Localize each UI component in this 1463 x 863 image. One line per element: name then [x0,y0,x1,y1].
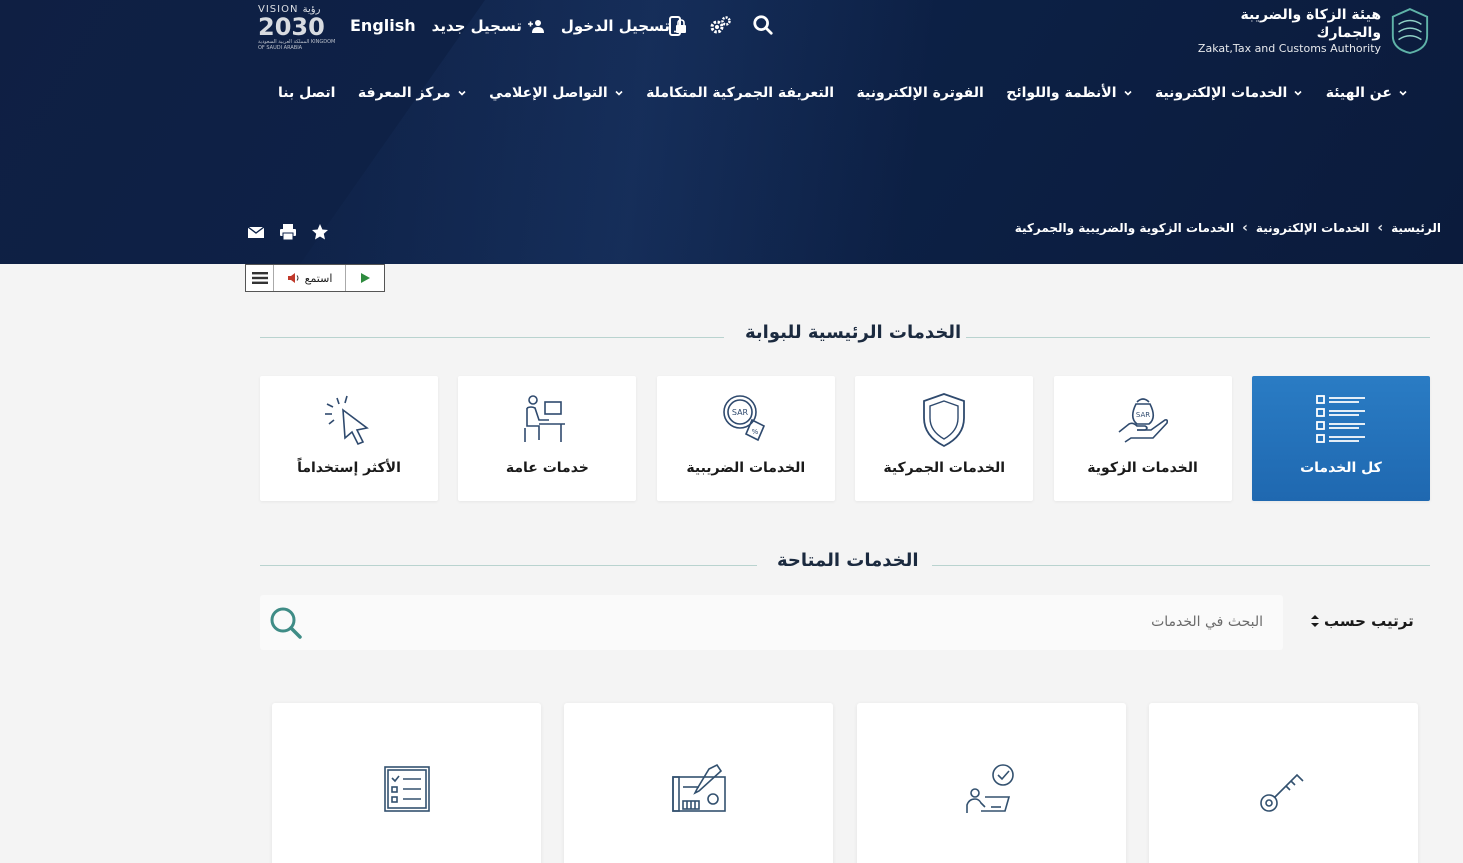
listen-label: استمع [304,271,333,285]
svg-text:SAR: SAR [732,408,749,417]
certificate-icon [672,763,726,812]
breadcrumb-current: الخدمات الزكوية والضريبية والجمركية [1014,221,1235,235]
chevron-down-icon [1294,90,1302,96]
print-icon[interactable] [278,222,298,242]
svg-text:SAR: SAR [1135,411,1149,419]
lock-icon [675,18,686,33]
available-services-title: الخدمات المتاحة [777,550,919,571]
authority-logo[interactable]: هيئة الزكاة والضريبة والجمارك Zakat,Tax … [1181,4,1431,58]
nav-item-knowledge[interactable]: مركز المعرفة [358,82,467,104]
nav-item-media[interactable]: التواصل الإعلامي [489,82,624,104]
chevron-down-icon [615,90,623,96]
category-label: الخدمات الزكوية [1087,460,1198,476]
category-zakat-services[interactable]: SAR الخدمات الزكوية [1053,376,1232,501]
service-search-box [260,595,1283,650]
speaker-icon [287,273,299,283]
breadcrumb-eservices[interactable]: الخدمات الإلكترونية [1256,221,1369,235]
category-label: خدمات عامة [505,460,589,476]
category-label: كل الخدمات [1300,460,1382,476]
category-tax-services[interactable]: SAR % الخدمات الضريبية [656,376,835,501]
chevron-down-icon [458,90,466,96]
key-icon [1260,773,1305,812]
nav-item-about[interactable]: عن الهيئة [1326,82,1408,104]
divider [260,565,757,566]
divider [260,337,724,338]
play-button[interactable] [346,265,384,291]
vision-top-text: VISION رؤية [258,4,321,15]
main-services-heading: الخدمات الرئيسية للبوابة [260,322,1430,352]
service-card[interactable] [564,703,834,863]
chevron-down-icon [1399,90,1407,96]
page-header: هيئة الزكاة والضريبة والجمارك Zakat,Tax … [0,0,1463,264]
nav-item-contact[interactable]: اتصل بنا [278,82,335,104]
search-icon[interactable] [752,14,774,38]
register-label: تسجيل جديد [431,16,522,35]
nav-item-einvoicing[interactable]: الفوترة الإلكترونية [857,82,984,104]
login-link[interactable]: تسجيل الدخول [561,17,687,35]
settings-gears-icon[interactable] [708,14,731,38]
login-label: تسجيل الدخول [560,16,670,35]
available-services-heading: الخدمات المتاحة [260,550,1430,580]
language-switch[interactable]: English [350,16,416,35]
authority-emblem-icon [1391,8,1429,54]
person-desk-icon [524,395,566,442]
category-label: الخدمات الجمركية [883,460,1006,476]
listen-widget: استمع [245,264,385,292]
listen-button[interactable]: استمع [274,265,346,291]
shield-icon [923,393,966,448]
service-categories: كل الخدمات SAR الخدمات الزكوية الخدمات ا… [260,376,1430,501]
play-icon [361,273,370,283]
nav-item-regulations[interactable]: الأنظمة واللوائح [1006,82,1132,104]
category-all-services[interactable]: كل الخدمات [1251,376,1430,501]
checklist-icon [383,766,430,812]
main-nav: عن الهيئة الخدمات الإلكترونية الأنظمة وا… [278,82,1408,104]
main-services-title: الخدمات الرئيسية للبوابة [745,322,962,343]
nav-item-tariff[interactable]: التعريفة الجمركية المتكاملة [646,82,834,104]
chevron-down-icon [1123,90,1132,96]
tax-icon: SAR % [722,395,765,442]
zakat-hand-icon: SAR [1118,398,1168,443]
service-cards [272,703,1418,863]
register-link[interactable]: تسجيل جديد [432,17,545,35]
sort-icon [1311,615,1319,627]
svg-text:%: % [751,428,758,436]
category-customs-services[interactable]: الخدمات الجمركية [855,376,1034,501]
breadcrumb: الرئيسية ‹ الخدمات الإلكترونية ‹ الخدمات… [1015,220,1441,236]
vision-kingdom-text: المملكة العربية السعودية KINGDOM OF SAUD… [258,39,336,51]
person-check-icon [966,764,1014,813]
vision-year: 2030 [258,13,325,41]
service-card[interactable] [272,703,541,863]
sort-label: ترتيب حسب [1324,612,1414,630]
star-icon[interactable] [310,222,330,242]
listen-menu-button[interactable] [246,265,274,291]
service-card[interactable] [1148,703,1418,863]
divider [932,565,1430,566]
cursor-click-icon [325,395,369,446]
logo-arabic-text: هيئة الزكاة والضريبة والجمارك [1240,7,1382,41]
hamburger-icon [251,272,268,284]
breadcrumb-home[interactable]: الرئيسية [1391,221,1441,235]
service-card[interactable] [856,703,1126,863]
vision-2030-logo[interactable]: VISION رؤية 2030 المملكة العربية السعودي… [258,4,338,56]
nav-item-eservices[interactable]: الخدمات الإلكترونية [1155,82,1303,104]
search-icon[interactable] [268,605,304,641]
add-user-icon [527,19,544,33]
logo-english-text: Zakat,Tax and Customs Authority [1197,42,1382,55]
chevron-left-icon: ‹ [1377,220,1384,236]
divider [966,337,1430,338]
category-label: الأكثر إستخداماً [297,460,401,476]
sort-by-dropdown[interactable]: ترتيب حسب [1310,612,1414,630]
chevron-left-icon: ‹ [1242,220,1248,236]
category-general-services[interactable]: خدمات عامة [458,376,637,501]
search-input[interactable] [363,607,1263,637]
email-icon[interactable] [246,222,266,242]
category-label: الخدمات الضريبية [686,460,806,476]
category-most-used[interactable]: الأكثر إستخداماً [260,376,438,501]
list-icon [1316,395,1365,443]
